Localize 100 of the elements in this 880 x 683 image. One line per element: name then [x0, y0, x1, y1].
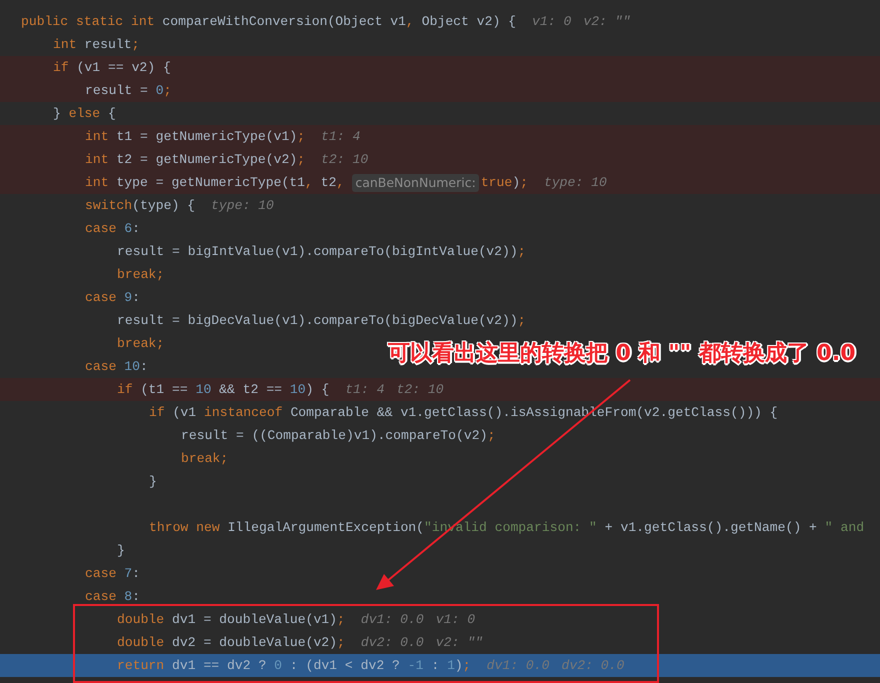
code-text: result = bigIntValue(v1).compareTo(bigIntValue(v2)): [117, 243, 518, 261]
number-literal: 0: [274, 657, 282, 675]
code-text: :: [132, 565, 140, 583]
code-text: :: [132, 220, 140, 238]
keyword-text: int: [85, 151, 109, 169]
code-text: dv1 = doubleValue(v1): [171, 611, 338, 629]
keyword-text: ,: [336, 174, 344, 192]
keyword-text: if: [117, 381, 133, 399]
keyword-text: ;: [337, 634, 345, 652]
code-text: t2 = getNumericType(v2): [115, 151, 298, 169]
inline-value-hint: dv2: 0.0: [562, 657, 624, 675]
inline-value-hint: t1: 4: [345, 381, 384, 399]
keyword-text: ,: [406, 13, 414, 31]
keyword-text: case: [85, 358, 116, 376]
keyword-text: int: [53, 36, 77, 54]
number-literal: 6: [123, 220, 132, 238]
inline-value-hint: t2: 10: [321, 151, 368, 169]
number-literal: 9: [123, 289, 132, 307]
keyword-text: ;: [487, 427, 496, 445]
inline-value-hint: v1: 0: [532, 13, 572, 31]
code-text: :: [132, 289, 140, 307]
keyword-text: ,: [305, 174, 313, 192]
inline-value-hint: dv2: 0.0: [360, 634, 424, 652]
keyword-text: break;: [117, 266, 164, 284]
code-text: Object v2) {: [420, 13, 516, 31]
keyword-text: break;: [181, 450, 228, 468]
code-text: }: [53, 105, 62, 123]
code-text: result: [83, 36, 132, 54]
inline-value-hint: v1: 0: [436, 611, 476, 629]
code-text: }: [117, 542, 125, 560]
keyword-text: int: [85, 174, 109, 192]
code-text: compareWithConversion(Object v1: [161, 13, 406, 31]
keyword-text: case: [85, 289, 116, 307]
keyword-text: ;: [297, 151, 306, 169]
keyword-text: switch: [85, 197, 132, 215]
inline-value-hint: t2: 10: [396, 381, 444, 399]
code-text: ) {: [306, 381, 330, 399]
annotation-text: 可以看出这里的转换把 0 和 "" 都转换成了 0.0: [388, 340, 856, 368]
keyword-text: case: [85, 565, 116, 583]
number-literal: 10: [196, 381, 212, 399]
keyword-text: ;: [462, 657, 471, 675]
keyword-text: int: [85, 128, 109, 146]
inline-value-hint: dv1: 0.0: [360, 611, 424, 629]
keyword-text: ;: [337, 611, 345, 629]
keyword-text: case: [85, 220, 116, 238]
code-text: : (dv1 < dv2 ?: [288, 657, 401, 675]
code-text: dv2 = doubleValue(v2): [171, 634, 338, 652]
code-text: :: [140, 358, 148, 376]
code-text: ): [512, 174, 520, 192]
inline-value-hint: t1: 4: [321, 128, 360, 146]
inline-value-hint: type: 10: [211, 197, 274, 215]
code-text: (t1 ==: [140, 381, 189, 399]
number-literal: 1: [447, 657, 455, 675]
keyword-text: ;: [132, 36, 140, 54]
number-literal: 7: [123, 565, 132, 583]
code-text: }: [149, 473, 157, 491]
number-literal: 10: [290, 381, 306, 399]
code-text: + v1.getClass().getName() +: [604, 519, 818, 537]
code-text: :: [430, 657, 440, 675]
code-text: (type) {: [132, 197, 196, 215]
keyword-text: ;: [297, 128, 306, 146]
inline-value-hint: type: 10: [544, 174, 607, 192]
keyword-text: if: [149, 404, 165, 422]
keyword-text: instanceof: [204, 404, 283, 422]
parameter-hint: canBeNonNumeric:: [352, 174, 479, 192]
keyword-text: ;: [520, 174, 528, 192]
inline-value-hint: dv1: 0.0: [486, 657, 550, 675]
keyword-text: return: [117, 657, 164, 675]
inline-value-hint: v2: "": [583, 13, 630, 31]
keyword-text: throw new: [149, 519, 220, 537]
code-text: dv1 == dv2 ?: [171, 657, 268, 675]
number-literal: -1: [408, 657, 424, 675]
code-text: result = bigDecValue(v1).compareTo(bigDecValue(v2)): [117, 312, 518, 330]
code-text: ): [454, 657, 463, 675]
code-text: result =: [85, 82, 149, 100]
code-text: :: [132, 588, 140, 606]
number-literal: 0: [156, 82, 164, 100]
code-text: && t2 ==: [218, 381, 284, 399]
keyword-text: ;: [164, 82, 172, 100]
keyword-text: true: [480, 174, 512, 192]
code-text: (v1: [172, 404, 198, 422]
keyword-text: if: [53, 59, 69, 77]
string-literal: " and: [824, 519, 864, 537]
keyword-text: ;: [518, 243, 526, 261]
code-text: {: [107, 105, 116, 123]
code-text: type = getNumericType(t1: [115, 174, 306, 192]
keyword-text: break;: [117, 335, 164, 353]
keyword-text: double: [117, 611, 164, 629]
code-text: (v1 == v2) {: [76, 59, 171, 77]
keyword-text: double: [117, 634, 164, 652]
number-literal: 8: [123, 588, 132, 606]
code-text: t2: [320, 174, 336, 192]
code-text: t1 = getNumericType(v1): [115, 128, 298, 146]
keyword-text: case: [85, 588, 116, 606]
inline-value-hint: v2: "": [436, 634, 483, 652]
number-literal: 10: [123, 358, 140, 376]
keyword-text: ;: [518, 312, 526, 330]
code-text: IllegalArgumentException(: [226, 519, 424, 537]
code-text: result = ((Comparable)v1).compareTo(v2): [181, 427, 488, 445]
keyword-text: else: [68, 105, 100, 123]
